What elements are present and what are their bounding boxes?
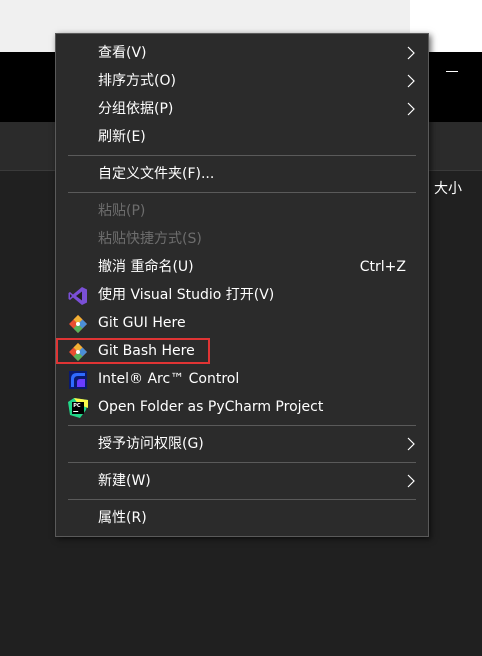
menu-item-paste-shortcut: 粘贴快捷方式(S) — [56, 225, 428, 253]
menu-separator — [68, 425, 416, 426]
menu-item-properties[interactable]: 属性(R) — [56, 504, 428, 532]
menu-item-open-as-pycharm-project[interactable]: PC Open Folder as PyCharm Project — [56, 393, 428, 421]
intel-arc-icon — [69, 371, 87, 389]
menu-item-label: 授予访问权限(G) — [98, 436, 204, 452]
menu-item-label: 粘贴(P) — [98, 203, 146, 219]
chevron-right-icon — [407, 474, 415, 488]
menu-item-label: 分组依据(P) — [98, 101, 174, 117]
menu-item-new[interactable]: 新建(W) — [56, 467, 428, 495]
column-header-size[interactable]: 大小 — [434, 180, 462, 198]
menu-item-label: 使用 Visual Studio 打开(V) — [98, 287, 275, 303]
menu-separator — [68, 462, 416, 463]
menu-item-label: 自定义文件夹(F)... — [98, 166, 215, 182]
git-icon — [69, 315, 87, 333]
menu-item-label: 粘贴快捷方式(S) — [98, 231, 202, 247]
menu-item-open-with-visual-studio[interactable]: 使用 Visual Studio 打开(V) — [56, 281, 428, 309]
menu-item-shortcut: Ctrl+Z — [359, 259, 406, 275]
menu-item-label: 刷新(E) — [98, 129, 146, 145]
menu-item-customize-folder[interactable]: 自定义文件夹(F)... — [56, 160, 428, 188]
git-icon — [69, 343, 87, 361]
menu-item-view[interactable]: 查看(V) — [56, 39, 428, 67]
menu-item-sort-by[interactable]: 排序方式(O) — [56, 67, 428, 95]
menu-item-intel-arc-control[interactable]: Intel® Arc™ Control — [56, 365, 428, 393]
menu-item-label: 排序方式(O) — [98, 73, 176, 89]
menu-separator — [68, 155, 416, 156]
pycharm-icon: PC — [68, 398, 88, 418]
menu-item-label: Git Bash Here — [98, 343, 195, 359]
menu-item-git-gui-here[interactable]: Git GUI Here — [56, 309, 428, 337]
menu-separator — [68, 192, 416, 193]
chevron-right-icon — [407, 74, 415, 88]
menu-item-git-bash-here[interactable]: Git Bash Here — [56, 337, 428, 365]
menu-item-refresh[interactable]: 刷新(E) — [56, 123, 428, 151]
menu-item-label: 查看(V) — [98, 45, 147, 61]
chevron-right-icon — [407, 46, 415, 60]
menu-item-label: 新建(W) — [98, 473, 151, 489]
desktop-background: 大小 查看(V) 排序方式(O) 分组依据(P) 刷新(E) 自定义文件夹(F)… — [0, 0, 482, 656]
context-menu: 查看(V) 排序方式(O) 分组依据(P) 刷新(E) 自定义文件夹(F)...… — [55, 33, 429, 537]
menu-item-label: 撤消 重命名(U) — [98, 259, 194, 275]
visual-studio-icon — [68, 287, 87, 305]
menu-item-label: Git GUI Here — [98, 315, 186, 331]
minimize-icon[interactable] — [446, 71, 458, 72]
chevron-right-icon — [407, 437, 415, 451]
chevron-right-icon — [407, 102, 415, 116]
menu-item-undo-rename[interactable]: 撤消 重命名(U) Ctrl+Z — [56, 253, 428, 281]
menu-item-label: Open Folder as PyCharm Project — [98, 399, 324, 415]
svg-text:PC: PC — [73, 403, 81, 409]
menu-item-label: Intel® Arc™ Control — [98, 371, 240, 387]
menu-item-label: 属性(R) — [98, 510, 147, 526]
menu-item-give-access-to[interactable]: 授予访问权限(G) — [56, 430, 428, 458]
menu-item-group-by[interactable]: 分组依据(P) — [56, 95, 428, 123]
menu-separator — [68, 499, 416, 500]
menu-item-paste: 粘贴(P) — [56, 197, 428, 225]
